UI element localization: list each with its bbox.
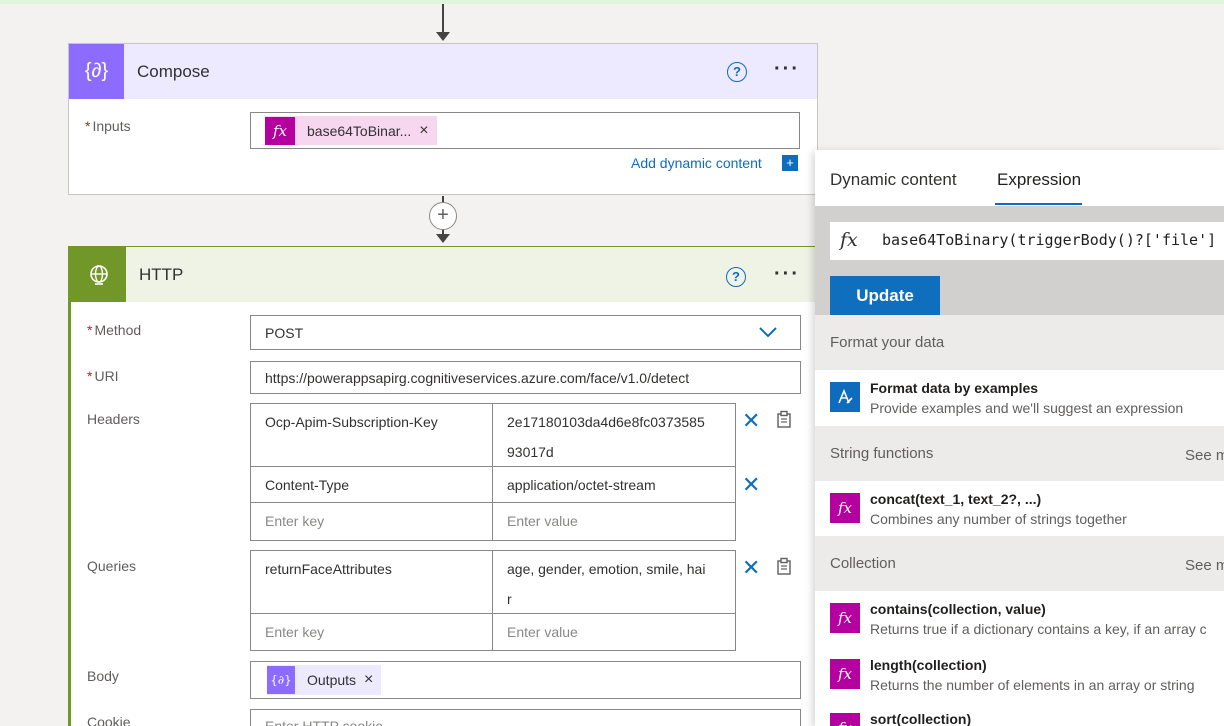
- compose-card: {∂} Compose ? ··· * Inputs fx base64ToBin…: [68, 43, 818, 195]
- flow-arrow-head: [436, 32, 450, 41]
- outputs-token-label: Outputs: [307, 672, 357, 688]
- header-value[interactable]: 2e17180103da4d6e8fc0373585: [493, 414, 705, 430]
- header-value-wrap: 93017d: [507, 444, 554, 460]
- compose-title: Compose: [137, 62, 210, 81]
- cookie-input[interactable]: Enter HTTP cookie: [250, 709, 801, 726]
- item-description: Combines any number of strings together: [870, 511, 1127, 527]
- cookie-label: Cookie: [87, 714, 131, 726]
- function-item-concat[interactable]: fx concat(text_1, text_2?, ...) Combines…: [815, 481, 1224, 537]
- item-description: Provide examples and we'll suggest an ex…: [870, 400, 1184, 416]
- section-string-functions: String functions See m: [815, 426, 1224, 481]
- http-header[interactable]: HTTP ? ···: [71, 247, 817, 302]
- queries-table: returnFaceAttributes age, gender, emotio…: [250, 550, 736, 651]
- fx-icon: fx: [830, 493, 860, 523]
- query-value[interactable]: age, gender, emotion, smile, hai: [493, 561, 705, 577]
- expression-text: base64ToBinary(triggerBody()?['file']: [882, 231, 1217, 249]
- fx-icon: fx: [830, 713, 860, 726]
- delete-query-icon[interactable]: ✕: [742, 557, 760, 579]
- outputs-token[interactable]: {∂} Outputs ×: [267, 665, 382, 695]
- http-title: HTTP: [139, 265, 184, 284]
- query-value-wrap: r: [507, 591, 512, 607]
- fx-icon: fx: [830, 659, 860, 689]
- fx-icon: fx: [840, 229, 858, 251]
- delete-header-icon[interactable]: ✕: [742, 474, 760, 496]
- http-card: HTTP ? ··· * Method POST * URI https://pow…: [68, 246, 818, 726]
- inputs-label: * Inputs: [85, 118, 131, 134]
- inputs-field[interactable]: fx base64ToBinar... ×: [250, 112, 800, 149]
- tab-expression[interactable]: Expression: [997, 170, 1081, 190]
- clipboard-icon[interactable]: [775, 557, 793, 580]
- dynamic-content-panel: Dynamic content Expression fx base64ToBi…: [815, 150, 1224, 726]
- see-more-link[interactable]: See m: [1185, 447, 1224, 464]
- active-tab-indicator: [995, 203, 1082, 205]
- expression-input[interactable]: fx base64ToBinary(triggerBody()?['file']: [830, 222, 1224, 260]
- uri-input[interactable]: https://powerappsapirg.cognitiveservices…: [250, 361, 801, 394]
- item-title: sort(collection): [870, 711, 972, 726]
- section-title: Format your data: [830, 334, 945, 351]
- more-options-icon[interactable]: ···: [774, 58, 800, 81]
- compose-header[interactable]: {∂} Compose ? ···: [69, 44, 817, 99]
- section-title: Collection: [830, 555, 896, 572]
- format-data-item[interactable]: Format data by examples Provide examples…: [815, 370, 1224, 426]
- header-value[interactable]: application/octet-stream: [493, 477, 656, 493]
- section-collection: Collection See m: [815, 536, 1224, 591]
- section-format-your-data: Format your data: [815, 315, 1224, 370]
- header-key[interactable]: Content-Type: [251, 477, 349, 493]
- function-item-length[interactable]: fx length(collection) Returns the number…: [815, 647, 1224, 703]
- add-dynamic-content-link[interactable]: Add dynamic content: [631, 155, 762, 171]
- method-value: POST: [265, 324, 304, 341]
- item-description: Returns the number of elements in an arr…: [870, 677, 1195, 693]
- header-key[interactable]: Ocp-Apim-Subscription-Key: [251, 414, 438, 430]
- query-value-input[interactable]: Enter value: [493, 624, 578, 640]
- fx-icon: fx: [830, 603, 860, 633]
- see-more-link[interactable]: See m: [1185, 557, 1224, 574]
- more-options-icon[interactable]: ···: [774, 263, 800, 286]
- fx-icon: fx: [265, 116, 295, 145]
- headers-table: Ocp-Apim-Subscription-Key 2e17180103da4d…: [250, 403, 736, 541]
- insert-step-button[interactable]: +: [429, 202, 457, 230]
- item-title: contains(collection, value): [870, 601, 1046, 617]
- method-label: * Method: [87, 322, 142, 338]
- flow-arrow-head: [436, 234, 450, 243]
- item-title: Format data by examples: [870, 380, 1039, 396]
- item-description: Returns true if a dictionary contains a …: [870, 621, 1207, 637]
- body-input[interactable]: {∂} Outputs ×: [250, 661, 801, 699]
- remove-token-icon[interactable]: ×: [364, 671, 381, 689]
- top-accent-line: [0, 0, 1224, 4]
- uri-label: * URI: [87, 368, 119, 384]
- expression-token-label: base64ToBinar...: [307, 122, 412, 139]
- expression-token[interactable]: fx base64ToBinar... ×: [265, 116, 437, 145]
- globe-icon: [71, 247, 126, 302]
- help-icon[interactable]: ?: [726, 267, 746, 287]
- section-title: String functions: [830, 445, 934, 462]
- braces-icon: {∂}: [267, 666, 295, 694]
- item-title: length(collection): [870, 657, 987, 673]
- add-dynamic-content-icon[interactable]: +: [782, 155, 798, 171]
- header-key-input[interactable]: Enter key: [251, 513, 324, 529]
- delete-header-icon[interactable]: ✕: [742, 410, 760, 432]
- uri-value: https://powerappsapirg.cognitiveservices…: [265, 369, 690, 386]
- function-item-sort[interactable]: fx sort(collection): [815, 703, 1224, 726]
- function-item-contains[interactable]: fx contains(collection, value) Returns t…: [815, 591, 1224, 647]
- format-data-icon: [830, 382, 860, 412]
- update-button[interactable]: Update: [830, 276, 940, 315]
- header-value-input[interactable]: Enter value: [493, 513, 578, 529]
- clipboard-icon[interactable]: [775, 410, 793, 433]
- flow-connector-line: [442, 4, 444, 34]
- queries-label: Queries: [87, 558, 137, 574]
- expression-editor-area: fx base64ToBinary(triggerBody()?['file']…: [815, 206, 1224, 315]
- query-key[interactable]: returnFaceAttributes: [251, 561, 392, 577]
- method-select[interactable]: POST: [250, 315, 801, 350]
- help-icon[interactable]: ?: [727, 62, 747, 82]
- braces-icon: {∂}: [69, 44, 124, 99]
- item-title: concat(text_1, text_2?, ...): [870, 491, 1042, 507]
- query-key-input[interactable]: Enter key: [251, 624, 324, 640]
- body-label: Body: [87, 668, 119, 684]
- chevron-down-icon: [758, 322, 778, 345]
- headers-label: Headers: [87, 411, 140, 427]
- tab-dynamic-content[interactable]: Dynamic content: [830, 170, 957, 190]
- remove-token-icon[interactable]: ×: [419, 122, 436, 140]
- cookie-placeholder: Enter HTTP cookie: [265, 718, 384, 726]
